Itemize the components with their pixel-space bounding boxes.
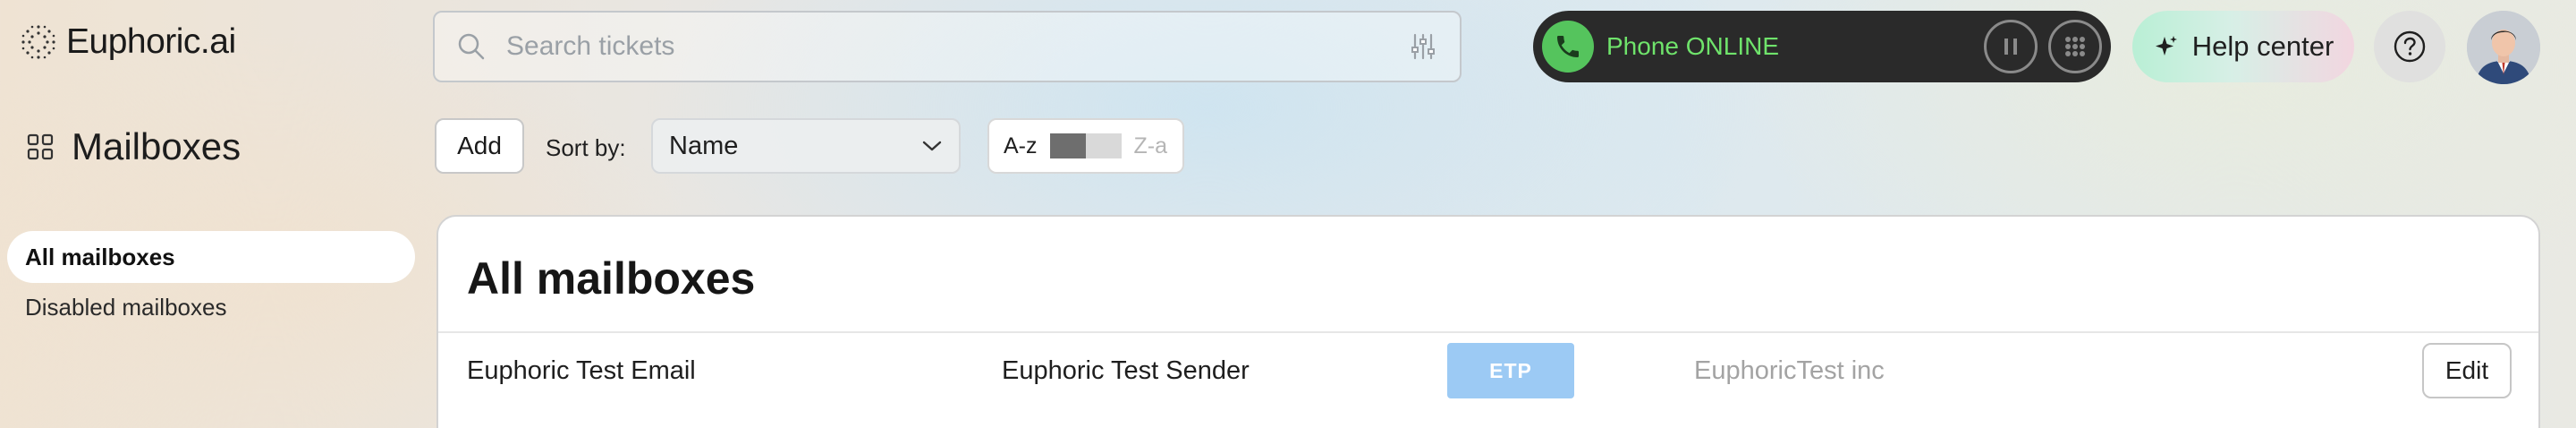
user-avatar[interactable] xyxy=(2467,11,2540,84)
sparkle-icon xyxy=(2155,36,2177,56)
search-icon xyxy=(458,33,485,60)
logo-dots-icon xyxy=(21,25,55,59)
help-button[interactable] xyxy=(2374,11,2445,82)
sort-select[interactable]: Name xyxy=(651,118,961,174)
page-title: All mailboxes xyxy=(467,253,756,304)
sort-order-toggle[interactable]: A-z Z-a xyxy=(987,118,1184,174)
phone-call-button[interactable] xyxy=(1542,21,1594,73)
help-question-icon xyxy=(2394,30,2426,63)
filter-sliders-icon[interactable] xyxy=(1408,31,1438,62)
mailbox-name: Euphoric Test Email xyxy=(467,355,696,385)
phone-status-label: Phone ONLINE xyxy=(1606,32,1779,60)
mailboxes-card: All mailboxes Euphoric Test Email Euphor… xyxy=(436,215,2540,428)
edit-button[interactable]: Edit xyxy=(2422,343,2512,398)
pause-icon xyxy=(2004,39,2017,55)
phone-icon xyxy=(1557,36,1579,57)
logo[interactable]: Euphoric.ai xyxy=(20,20,236,64)
sort-order-switch-knob xyxy=(1049,133,1086,158)
sidebar-item-disabled-mailboxes[interactable]: Disabled mailboxes xyxy=(7,281,415,333)
sort-select-value: Name xyxy=(669,131,739,160)
mailbox-company: EuphoricTest inc xyxy=(1694,355,1885,385)
phone-status-bar: Phone ONLINE xyxy=(1533,11,2111,82)
search-input[interactable] xyxy=(506,31,1408,62)
help-center-label: Help center xyxy=(2191,30,2334,62)
grid-icon xyxy=(27,133,54,160)
table-row[interactable]: Euphoric Test Email Euphoric Test Sender… xyxy=(438,331,2538,408)
sidebar-item-label: Disabled mailboxes xyxy=(25,293,227,321)
sort-asc-label: A-z xyxy=(1004,133,1038,158)
mailbox-sender: Euphoric Test Sender xyxy=(1002,355,1250,385)
help-center-button[interactable]: Help center xyxy=(2132,11,2354,82)
logo-text: Euphoric.ai xyxy=(66,22,236,61)
sort-order-switch[interactable] xyxy=(1049,133,1122,158)
user-avatar-image xyxy=(2467,11,2540,84)
sidebar-item-all-mailboxes[interactable]: All mailboxes xyxy=(7,231,415,283)
mailboxes-heading: Mailboxes xyxy=(27,122,241,172)
chevron-down-icon xyxy=(922,141,942,151)
sidebar-title: Mailboxes xyxy=(72,125,242,167)
search-bar[interactable] xyxy=(433,11,1462,82)
dialpad-button[interactable] xyxy=(2048,20,2102,73)
sidebar-item-label: All mailboxes xyxy=(25,243,175,270)
dialpad-icon xyxy=(2065,37,2085,56)
add-button[interactable]: Add xyxy=(435,118,524,174)
sort-desc-label: Z-a xyxy=(1133,133,1168,158)
status-badge: ETP xyxy=(1447,343,1574,398)
pause-button[interactable] xyxy=(1984,20,2038,73)
sort-by-label: Sort by: xyxy=(546,134,626,161)
